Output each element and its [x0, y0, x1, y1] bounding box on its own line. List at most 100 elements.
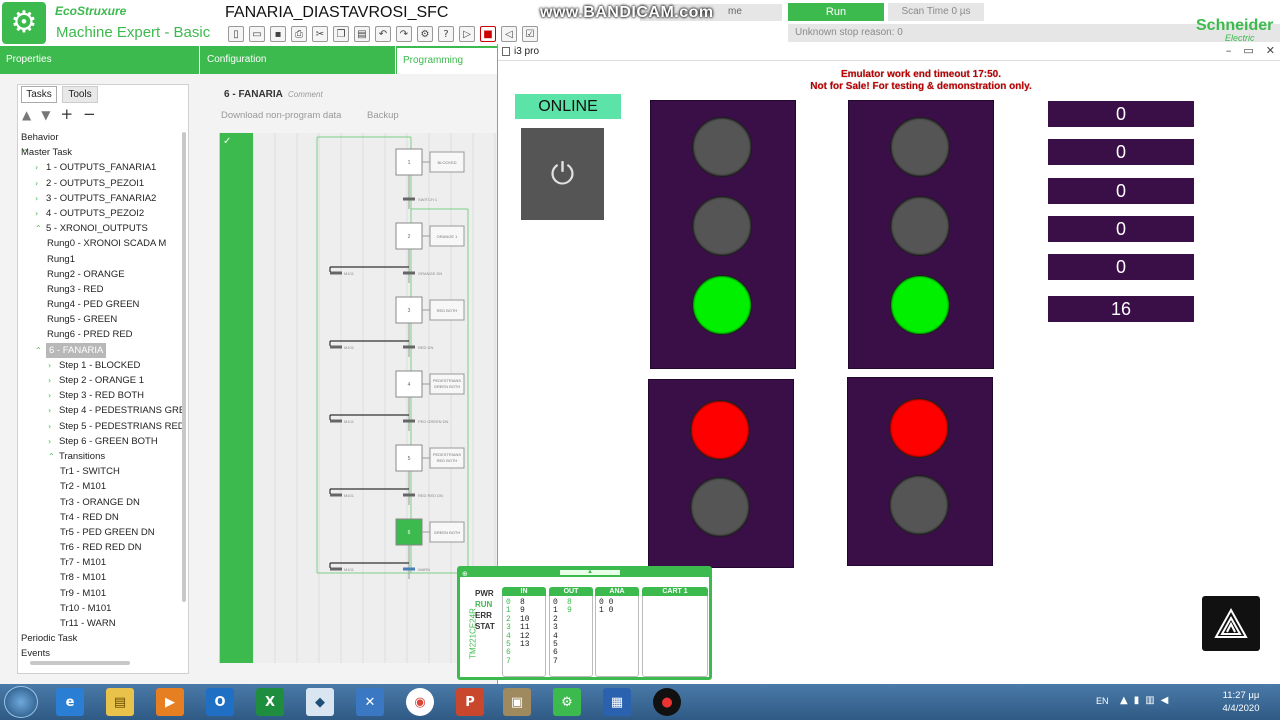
- backup-button[interactable]: Backup: [367, 110, 399, 121]
- tree-item[interactable]: › Step 4 - PEDESTRIANS GRE: [18, 403, 182, 418]
- chevron-right-icon[interactable]: ›: [48, 419, 51, 434]
- remove-icon[interactable]: −: [83, 107, 96, 122]
- chevron-right-icon[interactable]: ›: [48, 358, 51, 373]
- volume-icon[interactable]: ◀: [1161, 695, 1175, 706]
- undo-icon[interactable]: ↶: [375, 26, 391, 42]
- tools-icon[interactable]: ✕: [356, 688, 384, 716]
- app-icon-grid[interactable]: ▦: [603, 688, 631, 716]
- rewind-icon[interactable]: ◁: [501, 26, 517, 42]
- excel-icon[interactable]: X: [256, 688, 284, 716]
- battery-icon[interactable]: ▮: [1134, 695, 1146, 706]
- chevron-up-icon[interactable]: ⌃: [35, 343, 42, 358]
- tree-item[interactable]: Tr10 - M101: [18, 601, 182, 616]
- app-icon-image[interactable]: ▣: [503, 688, 531, 716]
- tree-item[interactable]: Tr3 - ORANGE DN: [18, 495, 182, 510]
- tree-item[interactable]: Tr4 - RED DN: [18, 510, 182, 525]
- machine-expert-icon[interactable]: ⚙: [553, 688, 581, 716]
- tree-item[interactable]: Tr6 - RED RED DN: [18, 540, 182, 555]
- save-icon[interactable]: ▪: [270, 26, 286, 42]
- app-icon-diamond[interactable]: ◆: [306, 688, 334, 716]
- tree-item[interactable]: ⌃ 5 - XRONOI_OUTPUTS: [18, 221, 182, 236]
- tree-item[interactable]: Events: [18, 646, 182, 660]
- collapse-handle-icon[interactable]: ▲: [560, 569, 620, 575]
- chevron-right-icon[interactable]: ›: [48, 388, 51, 403]
- tab-configuration[interactable]: Configuration: [201, 46, 396, 74]
- play-icon[interactable]: ▷: [459, 26, 475, 42]
- add-icon[interactable]: +: [60, 107, 73, 122]
- new-file-icon[interactable]: ▯: [228, 26, 244, 42]
- chevron-right-icon[interactable]: ›: [35, 160, 38, 175]
- subtab-tasks[interactable]: Tasks: [21, 86, 57, 103]
- tree-item[interactable]: ⌃ Transitions: [18, 449, 182, 464]
- tree-item[interactable]: Tr7 - M101: [18, 555, 182, 570]
- tree-item[interactable]: › 4 - OUTPUTS_PEZOI2: [18, 206, 182, 221]
- chevron-right-icon[interactable]: ›: [35, 176, 38, 191]
- network-icon[interactable]: ▥: [1145, 695, 1160, 706]
- tree-item[interactable]: Tr1 - SWITCH: [18, 464, 182, 479]
- internet-explorer-icon[interactable]: e: [56, 688, 84, 716]
- redo-icon[interactable]: ↷: [396, 26, 412, 42]
- tree-horizontal-scrollbar[interactable]: [30, 661, 130, 665]
- chevron-right-icon[interactable]: ›: [35, 206, 38, 221]
- download-non-program-data-button[interactable]: Download non-program data: [221, 110, 341, 121]
- pin-icon[interactable]: ⊕: [462, 570, 468, 578]
- paste-icon[interactable]: ▤: [354, 26, 370, 42]
- tree-item[interactable]: › 1 - OUTPUTS_FANARIA1: [18, 160, 182, 175]
- chevron-right-icon[interactable]: ›: [48, 373, 51, 388]
- outlook-icon[interactable]: O: [206, 688, 234, 716]
- file-explorer-icon[interactable]: ▤: [106, 688, 134, 716]
- chevron-right-icon[interactable]: ›: [48, 434, 51, 449]
- tree-item[interactable]: Rung4 - PED GREEN: [18, 297, 182, 312]
- minimize-icon[interactable]: –: [1226, 44, 1232, 57]
- checkbox-icon[interactable]: ☑: [522, 26, 538, 42]
- tree-vertical-scrollbar[interactable]: [182, 132, 186, 602]
- start-button[interactable]: [4, 686, 38, 718]
- settings-icon[interactable]: ⚙: [417, 26, 433, 42]
- chevron-right-icon[interactable]: ›: [35, 191, 38, 206]
- tree-item[interactable]: Tr9 - M101: [18, 586, 182, 601]
- tree-item[interactable]: Tr8 - M101: [18, 570, 182, 585]
- tree-item[interactable]: › Step 3 - RED BOTH: [18, 388, 182, 403]
- close-icon[interactable]: ✕: [1266, 44, 1275, 57]
- chrome-icon[interactable]: ◉: [406, 688, 434, 716]
- tree-item[interactable]: Rung2 - ORANGE: [18, 267, 182, 282]
- tree-item[interactable]: Periodic Task: [18, 631, 182, 646]
- tree-item[interactable]: Tr5 - PED GREEN DN: [18, 525, 182, 540]
- plc-widget-titlebar[interactable]: ⊕ ▲: [460, 569, 709, 578]
- run-button[interactable]: Run: [788, 3, 884, 21]
- help-icon[interactable]: ?: [438, 26, 454, 42]
- media-player-icon[interactable]: ▶: [156, 688, 184, 716]
- tree-item[interactable]: › 2 - OUTPUTS_PEZOI1: [18, 176, 182, 191]
- tree-item[interactable]: Behavior: [18, 130, 182, 145]
- cut-icon[interactable]: ✂: [312, 26, 328, 42]
- move-down-icon[interactable]: ▼: [41, 108, 50, 122]
- tray-clock[interactable]: 11:27 μμ 4/4/2020: [1214, 689, 1268, 715]
- power-icon[interactable]: ⏻: [521, 128, 604, 220]
- gear-icon[interactable]: ⚙: [2, 2, 46, 44]
- powerpoint-icon[interactable]: P: [456, 688, 484, 716]
- tree-item[interactable]: › Step 6 - GREEN BOTH: [18, 434, 182, 449]
- tab-programming[interactable]: Programming: [397, 48, 497, 74]
- tree-item[interactable]: Rung6 - PRED RED: [18, 327, 182, 342]
- tree-item[interactable]: › Step 5 - PEDESTRIANS RED: [18, 419, 182, 434]
- chevron-right-icon[interactable]: ›: [48, 403, 51, 418]
- subtab-tools[interactable]: Tools: [62, 86, 98, 103]
- tree-item[interactable]: › 3 - OUTPUTS_FANARIA2: [18, 191, 182, 206]
- tray-language[interactable]: EN: [1096, 696, 1109, 706]
- plc-status-widget[interactable]: ⊕ ▲ TM221CE24R PWR RUN ERR STAT IN 0 1 2…: [457, 566, 712, 680]
- move-up-icon[interactable]: ▲: [22, 108, 31, 122]
- tree-item[interactable]: Rung5 - GREEN: [18, 312, 182, 327]
- open-folder-icon[interactable]: ▭: [249, 26, 265, 42]
- tree-item[interactable]: ⌃ Master Task: [18, 145, 182, 160]
- tab-properties[interactable]: Properties: [0, 46, 200, 74]
- tree-item[interactable]: ⌃ 6 - FANARIA: [18, 342, 182, 358]
- tree-item[interactable]: Tr11 - WARN: [18, 616, 182, 631]
- print-icon[interactable]: ⎙: [291, 26, 307, 42]
- maximize-icon[interactable]: ▭: [1243, 44, 1253, 57]
- tree-item[interactable]: › Step 2 - ORANGE 1: [18, 373, 182, 388]
- tree-item[interactable]: Rung1: [18, 252, 182, 267]
- chevron-up-icon[interactable]: ⌃: [35, 221, 42, 236]
- stop-icon[interactable]: ■: [480, 26, 496, 42]
- pou-comment[interactable]: Comment: [288, 90, 323, 99]
- tree-item[interactable]: Rung0 - XRONOI SCADA M: [18, 236, 182, 251]
